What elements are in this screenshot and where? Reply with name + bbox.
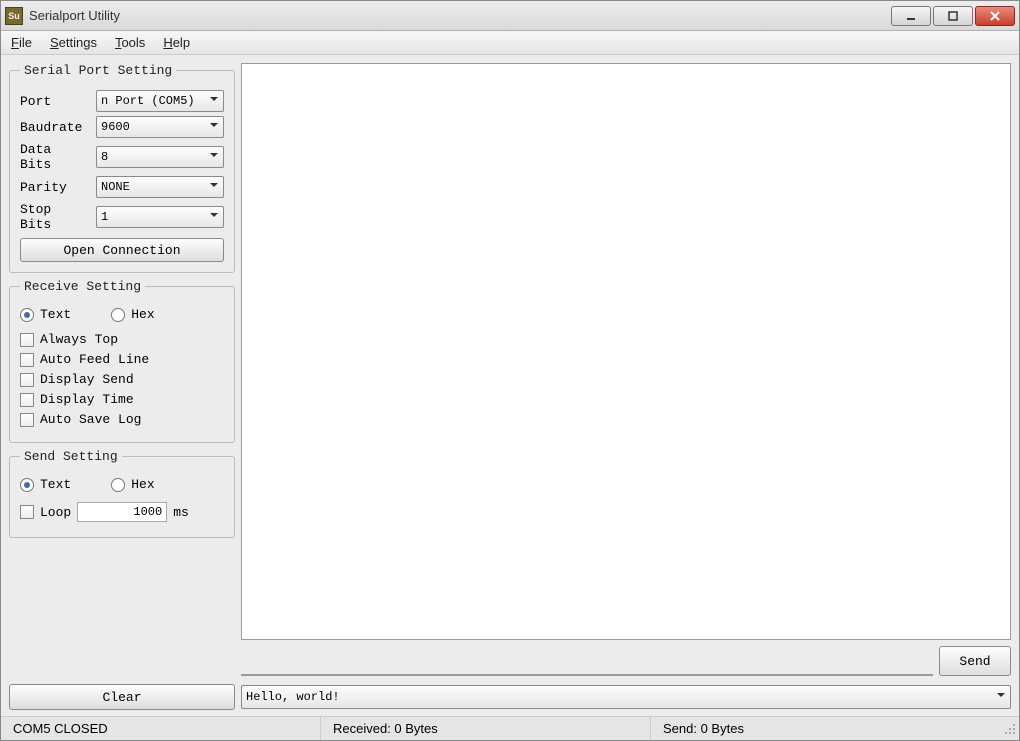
- history-value: Hello, world!: [246, 690, 340, 704]
- chevron-down-icon: [209, 120, 219, 134]
- menu-help[interactable]: Help: [163, 35, 190, 50]
- loop-unit-label: ms: [173, 505, 189, 520]
- chevron-down-icon: [209, 180, 219, 194]
- receive-text-label: Text: [40, 307, 71, 322]
- open-connection-button[interactable]: Open Connection: [20, 238, 224, 262]
- maximize-button[interactable]: [933, 6, 973, 26]
- status-sent: Send: 0 Bytes: [651, 717, 999, 740]
- receive-text-radio[interactable]: [20, 308, 34, 322]
- port-label: Port: [20, 94, 90, 109]
- receive-setting-legend: Receive Setting: [20, 279, 145, 294]
- parity-combobox[interactable]: NONE: [96, 176, 224, 198]
- app-icon: Su: [5, 7, 23, 25]
- window-buttons: [891, 6, 1015, 26]
- baudrate-value: 9600: [101, 120, 130, 134]
- parity-label: Parity: [20, 180, 90, 195]
- display-time-checkbox[interactable]: [20, 393, 34, 407]
- right-panel: Send: [241, 63, 1011, 676]
- baudrate-label: Baudrate: [20, 120, 90, 135]
- send-text-label: Text: [40, 477, 71, 492]
- loop-label: Loop: [40, 505, 71, 520]
- loop-interval-input[interactable]: [77, 502, 167, 522]
- left-panel: Serial Port Setting Port n Port (COM5) B…: [9, 63, 235, 676]
- app-window: Su Serialport Utility File Settings Tool…: [0, 0, 1020, 741]
- menu-tools[interactable]: Tools: [115, 35, 145, 50]
- display-send-checkbox[interactable]: [20, 373, 34, 387]
- close-button[interactable]: [975, 6, 1015, 26]
- resize-grip-icon[interactable]: [999, 720, 1019, 738]
- databits-label: Data Bits: [20, 142, 90, 172]
- receive-hex-radio[interactable]: [111, 308, 125, 322]
- databits-value: 8: [101, 150, 108, 164]
- send-hex-label: Hex: [131, 477, 154, 492]
- send-button[interactable]: Send: [939, 646, 1011, 676]
- serial-port-setting-legend: Serial Port Setting: [20, 63, 176, 78]
- loop-checkbox[interactable]: [20, 505, 34, 519]
- send-setting-legend: Send Setting: [20, 449, 122, 464]
- clear-button[interactable]: Clear: [9, 684, 235, 710]
- receive-setting-group: Receive Setting Text Hex Always Top: [9, 279, 235, 443]
- receive-hex-label: Hex: [131, 307, 154, 322]
- statusbar: COM5 CLOSED Received: 0 Bytes Send: 0 By…: [1, 716, 1019, 740]
- serial-port-setting-group: Serial Port Setting Port n Port (COM5) B…: [9, 63, 235, 273]
- send-text-radio[interactable]: [20, 478, 34, 492]
- content-area: Serial Port Setting Port n Port (COM5) B…: [1, 55, 1019, 680]
- auto-feed-checkbox[interactable]: [20, 353, 34, 367]
- chevron-down-icon: [209, 94, 219, 108]
- chevron-down-icon: [209, 210, 219, 224]
- display-send-label: Display Send: [40, 372, 134, 387]
- databits-combobox[interactable]: 8: [96, 146, 224, 168]
- auto-save-label: Auto Save Log: [40, 412, 141, 427]
- menu-file[interactable]: File: [11, 35, 32, 50]
- port-value: n Port (COM5): [101, 94, 195, 108]
- menu-settings[interactable]: Settings: [50, 35, 97, 50]
- send-hex-radio[interactable]: [111, 478, 125, 492]
- parity-value: NONE: [101, 180, 130, 194]
- status-port: COM5 CLOSED: [1, 717, 321, 740]
- port-combobox[interactable]: n Port (COM5): [96, 90, 224, 112]
- auto-feed-label: Auto Feed Line: [40, 352, 149, 367]
- send-textarea[interactable]: [241, 674, 933, 676]
- bottom-toolbar: Clear Hello, world!: [1, 680, 1019, 716]
- auto-save-checkbox[interactable]: [20, 413, 34, 427]
- menubar: File Settings Tools Help: [1, 31, 1019, 55]
- send-setting-group: Send Setting Text Hex Loop ms: [9, 449, 235, 538]
- always-top-label: Always Top: [40, 332, 118, 347]
- always-top-checkbox[interactable]: [20, 333, 34, 347]
- status-received: Received: 0 Bytes: [321, 717, 651, 740]
- stopbits-value: 1: [101, 210, 108, 224]
- titlebar: Su Serialport Utility: [1, 1, 1019, 31]
- baudrate-combobox[interactable]: 9600: [96, 116, 224, 138]
- window-title: Serialport Utility: [29, 8, 891, 23]
- minimize-button[interactable]: [891, 6, 931, 26]
- display-time-label: Display Time: [40, 392, 134, 407]
- stopbits-label: Stop Bits: [20, 202, 90, 232]
- stopbits-combobox[interactable]: 1: [96, 206, 224, 228]
- chevron-down-icon: [209, 150, 219, 164]
- history-combobox[interactable]: Hello, world!: [241, 685, 1011, 709]
- chevron-down-icon: [996, 690, 1006, 704]
- receive-textarea[interactable]: [241, 63, 1011, 640]
